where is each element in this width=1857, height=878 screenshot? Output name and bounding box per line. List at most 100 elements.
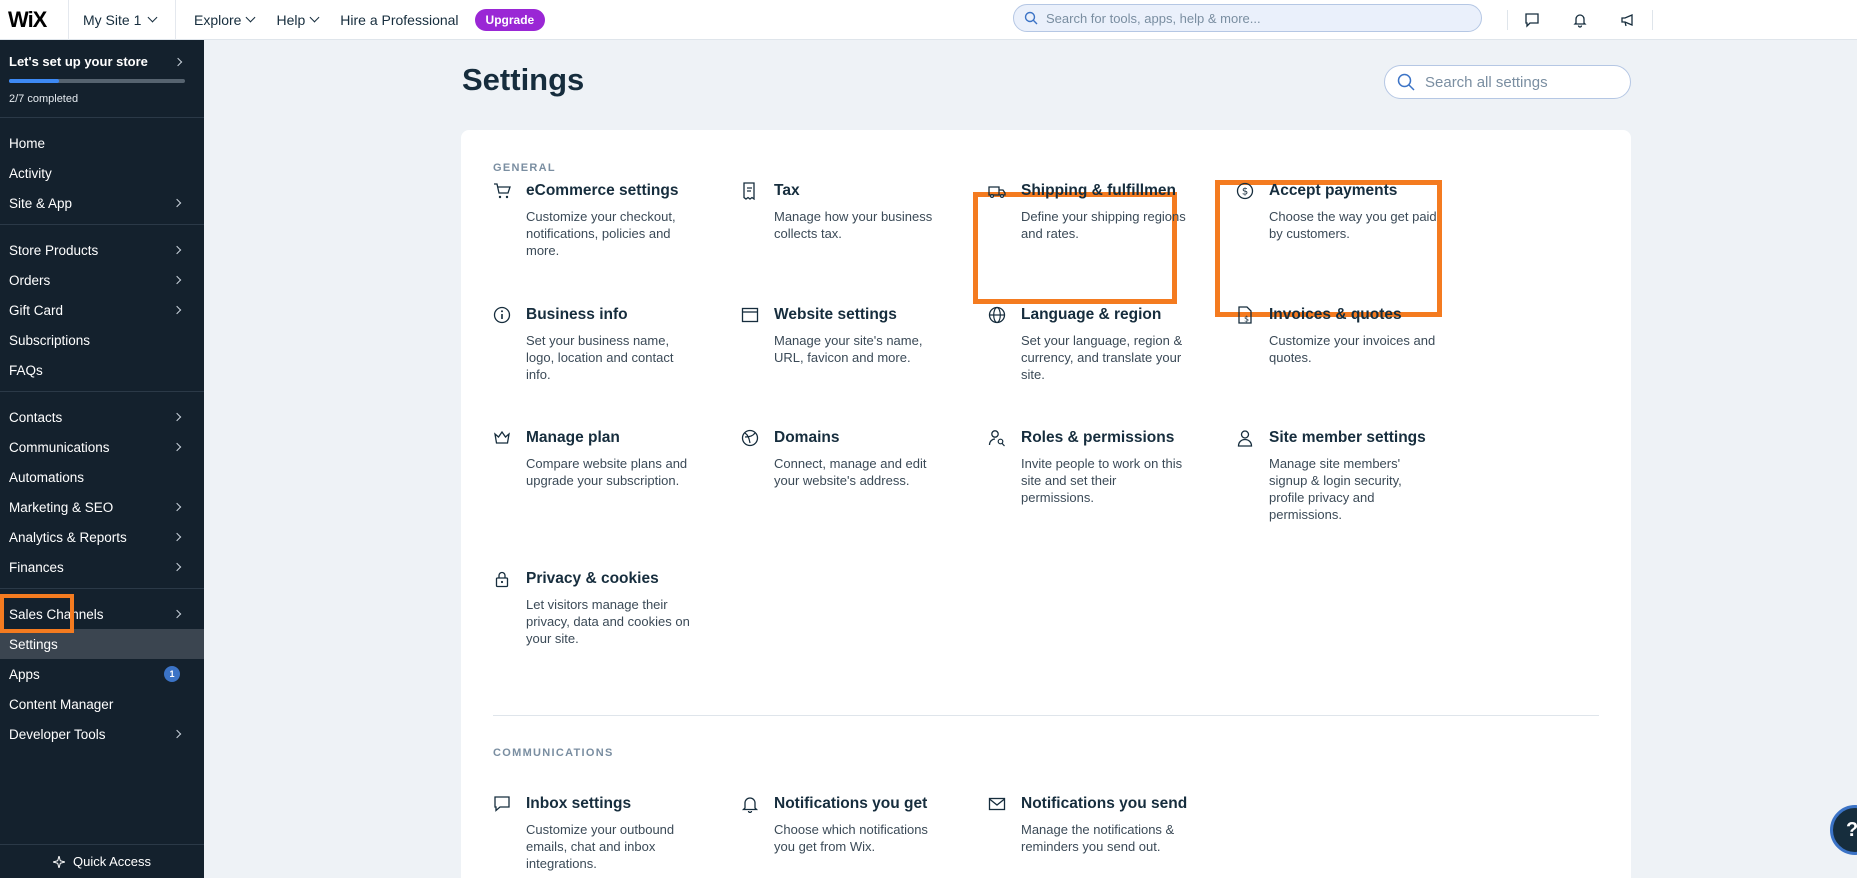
settings-search[interactable]	[1384, 65, 1631, 99]
tile-description: Choose the way you get paid by customers…	[1269, 209, 1437, 241]
sidebar-item-finances[interactable]: Finances	[0, 552, 204, 582]
upgrade-button[interactable]: Upgrade	[474, 8, 546, 31]
chevron-down-icon	[147, 12, 158, 23]
truck-icon	[988, 186, 1006, 199]
megaphone-icon[interactable]	[1604, 0, 1652, 40]
info-icon	[493, 306, 511, 324]
settings-highlight-box	[0, 594, 74, 633]
settings-tile-tax[interactable]: Tax Manage how your business collects tax…	[741, 182, 981, 282]
sidebar-item-automations[interactable]: Automations	[0, 462, 204, 492]
sidebar-item-label: Marketing & SEO	[9, 499, 114, 515]
sidebar-item-orders[interactable]: Orders	[0, 265, 204, 295]
sidebar-item-marketing-seo[interactable]: Marketing & SEO	[0, 492, 204, 522]
wix-logo[interactable]: WiX	[0, 7, 68, 33]
tile-title: Privacy & cookies	[526, 570, 659, 587]
settings-tile-roles-permissions[interactable]: Roles & permissions Invite people to work…	[988, 429, 1228, 529]
tile-title: Manage plan	[526, 429, 620, 446]
settings-tile-ecommerce-settings[interactable]: eCommerce settings Customize your checkou…	[493, 182, 733, 282]
global-search-input[interactable]	[1046, 10, 1466, 26]
bell-icon	[741, 797, 759, 813]
sidebar-item-label: FAQs	[9, 362, 43, 378]
tile-description: Set your language, region & currency, an…	[1021, 333, 1183, 382]
sidebar-item-activity[interactable]: Activity	[0, 158, 204, 188]
sidebar-item-store-products[interactable]: Store Products	[0, 235, 204, 265]
tile-description: Set your business name, logo, location a…	[526, 333, 674, 382]
settings-tile-shipping-fulfillment[interactable]: Shipping & fulfillment Define your shippi…	[988, 182, 1228, 282]
tile-title: Accept payments	[1269, 182, 1398, 199]
tile-description: Manage site members' signup & login secu…	[1269, 456, 1402, 522]
search-icon	[1024, 11, 1038, 25]
sidebar-nav: Home Activity Site & App Store Products Orde…	[0, 118, 204, 755]
settings-tile-notifications-you-get[interactable]: Notifications you get Choose which notifi…	[741, 795, 981, 878]
tile-description: Manage the notifications & reminders you…	[1021, 822, 1175, 854]
envelope-icon	[988, 797, 1006, 811]
settings-tile-privacy-cookies[interactable]: Privacy & cookies Let visitors manage the…	[493, 570, 733, 670]
sidebar-item-contacts[interactable]: Contacts	[0, 402, 204, 432]
chevron-right-icon	[172, 532, 182, 542]
search-icon	[1397, 73, 1415, 91]
tile-description: Let visitors manage their privacy, data …	[526, 597, 690, 646]
quick-access-button[interactable]: Quick Access	[0, 844, 204, 878]
help-button[interactable]: ?	[1830, 805, 1857, 855]
chat-icon[interactable]	[1508, 0, 1556, 40]
sidebar-item-content-manager[interactable]: Content Manager	[0, 689, 204, 719]
tile-description: Customize your checkout, notifications, …	[526, 209, 676, 258]
dollar-icon: $	[1236, 182, 1254, 200]
site-switcher[interactable]: My Site 1	[68, 0, 176, 40]
sidebar-item-gift-card[interactable]: Gift Card	[0, 295, 204, 325]
tile-title: Site member settings	[1269, 429, 1426, 446]
settings-tile-notifications-you-send[interactable]: Notifications you send Manage the notific…	[988, 795, 1228, 878]
nav-help[interactable]: Help	[276, 12, 320, 28]
global-search[interactable]	[1013, 4, 1482, 32]
setup-title: Let's set up your store	[9, 54, 148, 69]
sidebar-item-label: Apps	[9, 666, 40, 682]
sidebar-item-label: Communications	[9, 439, 110, 455]
nav-hire-professional[interactable]: Hire a Professional	[340, 12, 458, 28]
sidebar-item-label: Store Products	[9, 242, 99, 258]
tile-description: Customize your outbound emails, chat and…	[526, 822, 675, 871]
sidebar-item-label: Orders	[9, 272, 51, 288]
settings-tile-site-member-settings[interactable]: Site member settings Manage site members'…	[1236, 429, 1476, 529]
sidebar-item-faqs[interactable]: FAQs	[0, 355, 204, 385]
section-label-general: GENERAL	[493, 162, 556, 174]
tile-description: Choose which notifications you get from …	[774, 822, 928, 854]
chevron-right-icon	[172, 412, 182, 422]
chevron-right-icon	[172, 562, 182, 572]
settings-search-input[interactable]	[1425, 73, 1615, 91]
sidebar-item-apps[interactable]: Apps 1	[0, 659, 204, 689]
settings-tile-language-region[interactable]: Language & region Set your language, regi…	[988, 306, 1228, 406]
sidebar-item-analytics-reports[interactable]: Analytics & Reports	[0, 522, 204, 552]
sidebar-item-home[interactable]: Home	[0, 128, 204, 158]
cart-icon	[494, 183, 511, 199]
user-key-icon	[988, 430, 1005, 447]
bell-icon[interactable]	[1556, 0, 1604, 40]
settings-tile-invoices-quotes[interactable]: $ Invoices & quotes Customize your invoice…	[1236, 306, 1476, 406]
sidebar-group: Contacts Communications Automations Marketi…	[0, 392, 204, 589]
sidebar-group: Home Activity Site & App	[0, 118, 204, 225]
member-icon	[1237, 430, 1253, 447]
settings-tile-accept-payments[interactable]: $ Accept payments Choose the way you get p…	[1236, 182, 1476, 282]
store-setup-widget[interactable]: Let's set up your store 2/7 completed	[0, 40, 204, 118]
settings-tile-manage-plan[interactable]: Manage plan Compare website plans and upg…	[493, 429, 733, 529]
nav-explore[interactable]: Explore	[194, 12, 256, 28]
sidebar-item-label: Home	[9, 135, 46, 151]
tile-description: Define your shipping regions and rates.	[1021, 209, 1186, 241]
chevron-right-icon	[172, 275, 182, 285]
chevron-right-icon	[173, 57, 183, 66]
sidebar-item-developer-tools[interactable]: Developer Tools	[0, 719, 204, 749]
tile-description: Connect, manage and edit your website's …	[774, 456, 927, 488]
sidebar-item-label: Contacts	[9, 409, 63, 425]
tile-title: eCommerce settings	[526, 182, 679, 199]
settings-tile-inbox-settings[interactable]: Inbox settings Customize your outbound em…	[493, 795, 733, 878]
page-title: Settings	[462, 62, 585, 97]
settings-tile-website-settings[interactable]: Website settings Manage your site's name,…	[741, 306, 981, 406]
chevron-down-icon	[246, 12, 256, 23]
sidebar-item-site-app[interactable]: Site & App	[0, 188, 204, 218]
tile-title: Roles & permissions	[1021, 429, 1175, 446]
sidebar-item-settings[interactable]: Settings	[0, 629, 204, 659]
settings-tile-domains[interactable]: Domains Connect, manage and edit your web…	[741, 429, 981, 529]
chevron-right-icon	[172, 245, 182, 255]
settings-tile-business-info[interactable]: Business info Set your business name, log…	[493, 306, 733, 406]
sidebar-item-communications[interactable]: Communications	[0, 432, 204, 462]
sidebar-item-subscriptions[interactable]: Subscriptions	[0, 325, 204, 355]
